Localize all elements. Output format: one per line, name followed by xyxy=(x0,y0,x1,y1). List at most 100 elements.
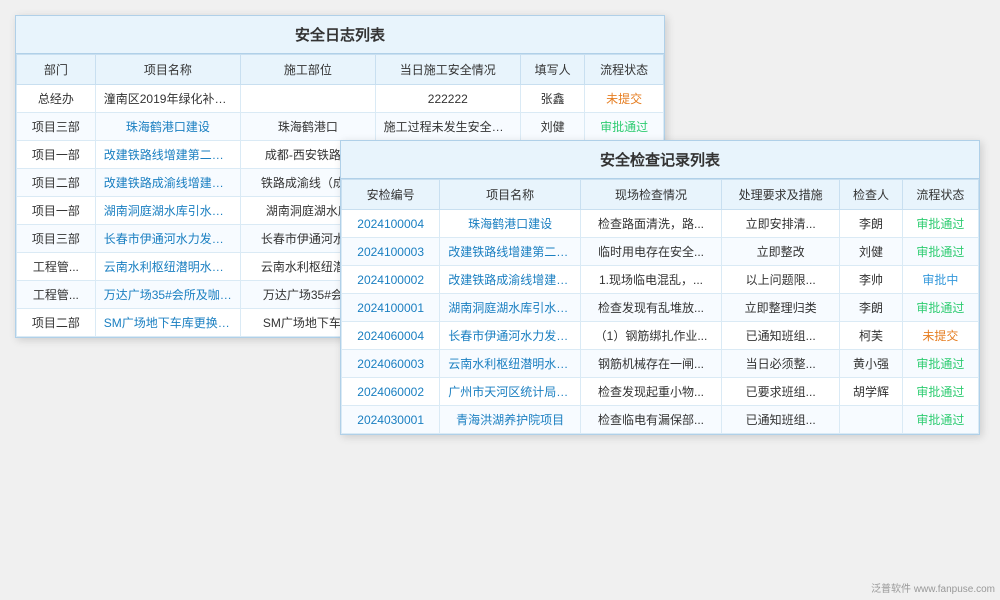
log-col-header: 项目名称 xyxy=(95,55,240,85)
log-table-cell[interactable]: 万达广场35#会所及咖啡... xyxy=(95,281,240,309)
log-table-cell: 审批通过 xyxy=(585,113,664,141)
check-table-cell[interactable]: 广州市天河区统计局机... xyxy=(440,378,581,406)
log-col-header: 流程状态 xyxy=(585,55,664,85)
check-table-cell[interactable]: 2024060002 xyxy=(342,378,440,406)
check-table-cell[interactable]: 2024100001 xyxy=(342,294,440,322)
check-table-cell: 未提交 xyxy=(902,322,978,350)
check-table-cell: （1）钢筋绑扎作业... xyxy=(581,322,722,350)
check-table-cell: 刘健 xyxy=(840,238,902,266)
check-table-cell[interactable]: 2024060004 xyxy=(342,322,440,350)
log-table-cell: 项目二部 xyxy=(17,309,96,337)
check-table-row: 2024060004长春市伊通河水力发电...（1）钢筋绑扎作业...已通知班组… xyxy=(342,322,979,350)
log-table-cell[interactable]: 珠海鹤港口建设 xyxy=(95,113,240,141)
check-panel: 安全检查记录列表 安检编号项目名称现场检查情况处理要求及措施检查人流程状态 20… xyxy=(340,140,980,435)
log-table-cell: 项目二部 xyxy=(17,169,96,197)
check-table-cell: 审批中 xyxy=(902,266,978,294)
check-table-cell: 李朗 xyxy=(840,210,902,238)
log-col-header: 当日施工安全情况 xyxy=(375,55,520,85)
check-table-cell[interactable]: 2024060003 xyxy=(342,350,440,378)
check-table-cell: 立即整改 xyxy=(721,238,840,266)
log-table-cell: 项目一部 xyxy=(17,197,96,225)
log-table-cell[interactable]: SM广场地下车库更换摄... xyxy=(95,309,240,337)
check-panel-title: 安全检查记录列表 xyxy=(341,141,979,179)
check-table-cell[interactable]: 2024100003 xyxy=(342,238,440,266)
log-table-cell[interactable]: 改建铁路成渝线增建第二... xyxy=(95,169,240,197)
check-table-body: 2024100004珠海鹤港口建设检查路面清洗，路...立即安排清...李朗审批… xyxy=(342,210,979,434)
check-table-cell: 审批通过 xyxy=(902,294,978,322)
check-table-cell[interactable]: 改建铁路成渝线增建第... xyxy=(440,266,581,294)
watermark: 泛普软件 www.fanpuse.com xyxy=(871,580,995,595)
log-table-cell: 项目三部 xyxy=(17,113,96,141)
log-table-row: 项目三部珠海鹤港口建设珠海鹤港口施工过程未发生安全事故...刘健审批通过 xyxy=(17,113,664,141)
log-table-cell: 项目一部 xyxy=(17,141,96,169)
log-table-cell: 总经办 xyxy=(17,85,96,113)
check-col-header: 处理要求及措施 xyxy=(721,180,840,210)
check-table-cell: 已要求班组... xyxy=(721,378,840,406)
check-table-cell: 已通知班组... xyxy=(721,406,840,434)
check-table-cell: 临时用电存在安全... xyxy=(581,238,722,266)
check-table-cell: 审批通过 xyxy=(902,210,978,238)
check-table-cell: 检查路面清洗，路... xyxy=(581,210,722,238)
log-table-cell: 潼南区2019年绿化补贴项... xyxy=(95,85,240,113)
check-table-row: 2024100001湖南洞庭湖水库引水工...检查发现有乱堆放...立即整理归类… xyxy=(342,294,979,322)
log-col-header: 填写人 xyxy=(520,55,584,85)
check-col-header: 检查人 xyxy=(840,180,902,210)
log-table-cell: 项目三部 xyxy=(17,225,96,253)
check-table-cell[interactable]: 云南水利枢纽潜明水库... xyxy=(440,350,581,378)
check-table-cell[interactable]: 2024100002 xyxy=(342,266,440,294)
check-table-row: 2024100004珠海鹤港口建设检查路面清洗，路...立即安排清...李朗审批… xyxy=(342,210,979,238)
log-table-cell: 未提交 xyxy=(585,85,664,113)
log-table-cell: 施工过程未发生安全事故... xyxy=(375,113,520,141)
check-table-cell: 1.现场临电混乱，... xyxy=(581,266,722,294)
check-table-cell: 当日必须整... xyxy=(721,350,840,378)
log-table-cell[interactable]: 云南水利枢纽潜明水库一... xyxy=(95,253,240,281)
check-table-cell: 立即安排清... xyxy=(721,210,840,238)
check-table-row: 2024100003改建铁路线增建第二线...临时用电存在安全...立即整改刘健… xyxy=(342,238,979,266)
check-table-row: 2024100002改建铁路成渝线增建第...1.现场临电混乱，...以上问题限… xyxy=(342,266,979,294)
log-table-cell[interactable]: 湖南洞庭湖水库引水工程... xyxy=(95,197,240,225)
log-col-header: 部门 xyxy=(17,55,96,85)
check-col-header: 项目名称 xyxy=(440,180,581,210)
log-table-row: 总经办潼南区2019年绿化补贴项...222222张鑫未提交 xyxy=(17,85,664,113)
check-table-cell: 黄小强 xyxy=(840,350,902,378)
log-table-cell: 张鑫 xyxy=(520,85,584,113)
check-col-header: 流程状态 xyxy=(902,180,978,210)
check-table-cell: 胡学辉 xyxy=(840,378,902,406)
check-table-cell[interactable]: 湖南洞庭湖水库引水工... xyxy=(440,294,581,322)
check-table-cell[interactable]: 2024100004 xyxy=(342,210,440,238)
check-table-row: 2024060003云南水利枢纽潜明水库...钢筋机械存在一闸...当日必须整.… xyxy=(342,350,979,378)
log-table-cell: 工程管... xyxy=(17,281,96,309)
log-table-cell[interactable]: 改建铁路线增建第二线直... xyxy=(95,141,240,169)
check-table-cell: 以上问题限... xyxy=(721,266,840,294)
log-table-header: 部门项目名称施工部位当日施工安全情况填写人流程状态 xyxy=(17,55,664,85)
log-col-header: 施工部位 xyxy=(241,55,375,85)
check-table-cell: 立即整理归类 xyxy=(721,294,840,322)
log-panel-title: 安全日志列表 xyxy=(16,16,664,54)
log-table-cell: 工程管... xyxy=(17,253,96,281)
check-table-cell[interactable]: 青海洪湖养护院项目 xyxy=(440,406,581,434)
check-table-cell: 检查发现有乱堆放... xyxy=(581,294,722,322)
check-table-cell: 已通知班组... xyxy=(721,322,840,350)
check-table-cell[interactable]: 长春市伊通河水力发电... xyxy=(440,322,581,350)
check-table-cell: 柯芙 xyxy=(840,322,902,350)
check-table-row: 2024030001青海洪湖养护院项目检查临电有漏保部...已通知班组... 审批… xyxy=(342,406,979,434)
check-table-row: 2024060002广州市天河区统计局机...检查发现起重小物...已要求班组.… xyxy=(342,378,979,406)
check-table-cell xyxy=(840,406,902,434)
check-table-cell[interactable]: 珠海鹤港口建设 xyxy=(440,210,581,238)
check-table-cell: 检查临电有漏保部... xyxy=(581,406,722,434)
check-table-cell: 检查发现起重小物... xyxy=(581,378,722,406)
check-col-header: 现场检查情况 xyxy=(581,180,722,210)
check-table-cell: 钢筋机械存在一闸... xyxy=(581,350,722,378)
log-table-cell[interactable]: 长春市伊通河水力发电厂... xyxy=(95,225,240,253)
log-table-cell: 珠海鹤港口 xyxy=(241,113,375,141)
check-table: 安检编号项目名称现场检查情况处理要求及措施检查人流程状态 2024100004珠… xyxy=(341,179,979,434)
check-table-cell: 审批通过 xyxy=(902,378,978,406)
log-table-cell xyxy=(241,85,375,113)
check-table-cell: 审批通过 xyxy=(902,238,978,266)
check-table-cell: 李帅 xyxy=(840,266,902,294)
check-table-cell: 审批通过 xyxy=(902,406,978,434)
check-table-cell[interactable]: 2024030001 xyxy=(342,406,440,434)
check-table-header: 安检编号项目名称现场检查情况处理要求及措施检查人流程状态 xyxy=(342,180,979,210)
check-table-cell: 审批通过 xyxy=(902,350,978,378)
check-table-cell[interactable]: 改建铁路线增建第二线... xyxy=(440,238,581,266)
